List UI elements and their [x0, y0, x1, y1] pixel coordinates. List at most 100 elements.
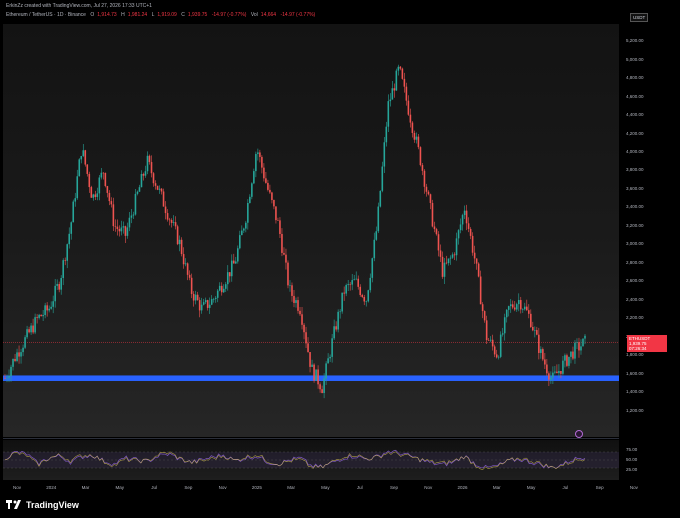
candle-body: [544, 359, 546, 365]
time-axis[interactable]: Nov 2024 Mar May Jul Sep Nov 2025 Mar May Jul Sep No…: [3, 483, 638, 495]
candle-body: [88, 173, 91, 188]
symbol-title[interactable]: Ethereum / TetherUS · 1D · Binance: [6, 12, 86, 18]
time-tick-label: May: [115, 485, 125, 490]
brand-name: TradingView: [26, 500, 79, 510]
candle-body: [206, 300, 209, 308]
candle-body: [351, 280, 353, 285]
candle-body: [409, 114, 412, 123]
candle-body: [176, 226, 179, 245]
candle-body: [391, 88, 394, 100]
candle-body: [385, 126, 388, 143]
candle-body: [528, 310, 530, 314]
price-tick-label: 3,600.00: [626, 185, 644, 191]
candle-body: [90, 187, 93, 198]
candle-body: [445, 262, 448, 264]
price-tick-label: 4,400.00: [626, 112, 644, 118]
candle-body: [423, 170, 426, 187]
candle-body: [132, 214, 135, 216]
candle-body: [357, 278, 360, 287]
candle-body: [76, 176, 79, 199]
candle-body: [249, 196, 251, 203]
candle-body: [540, 349, 542, 353]
candle-body: [560, 370, 562, 374]
candle-body: [166, 213, 169, 220]
candle-body: [102, 172, 105, 174]
candle-body: [148, 155, 151, 163]
currency-badge[interactable]: USDT: [630, 13, 649, 22]
candle-body: [210, 299, 213, 305]
candle-body: [14, 358, 16, 361]
candle-body: [4, 378, 6, 379]
candle-body: [576, 342, 578, 343]
candle-body: [511, 304, 514, 308]
candle-body: [453, 254, 456, 256]
rsi-tick-label: 75.00: [626, 447, 638, 452]
price-tick-label: 2,200.00: [626, 315, 644, 321]
candle-body: [299, 310, 301, 315]
candle-body: [164, 206, 167, 214]
candle-body: [16, 352, 18, 361]
candle-body: [158, 188, 161, 190]
candle-body: [582, 338, 584, 347]
candle-body: [459, 224, 462, 231]
candle-body: [12, 358, 14, 367]
candle-body: [321, 389, 323, 394]
candle-body: [222, 288, 225, 293]
candle-body: [530, 313, 532, 327]
candle-body: [122, 226, 125, 228]
candle-body: [405, 86, 408, 101]
chart-credit: ErkinZz created with TradingView.com, Ju…: [6, 3, 152, 9]
candle-body: [70, 222, 73, 234]
volume-change: -14.97 (-0.77%): [280, 12, 316, 18]
candle-body: [379, 190, 382, 207]
candle-body: [532, 326, 534, 331]
candle-body: [554, 371, 556, 373]
alert-marker-icon[interactable]: [575, 430, 583, 438]
candle-body: [204, 300, 207, 303]
candle-body: [38, 314, 40, 318]
candle-body: [295, 300, 297, 303]
candle-body: [78, 159, 81, 177]
candle-body: [18, 352, 20, 357]
candle-body: [62, 260, 65, 279]
candle-body: [331, 338, 333, 357]
candle-body: [413, 132, 416, 140]
candle-body: [578, 342, 580, 351]
candle-body: [353, 279, 356, 281]
candle-body: [367, 290, 370, 302]
rsi-pane[interactable]: [3, 440, 619, 480]
candle-body: [178, 239, 181, 245]
time-tick-label: Mar: [81, 485, 90, 490]
candle-body: [228, 272, 231, 277]
candle-body: [110, 201, 113, 205]
candle-body: [471, 235, 474, 253]
candle-body: [138, 187, 141, 192]
candle-body: [580, 346, 582, 351]
candle-body: [441, 256, 444, 277]
close-value: 1,939.75: [187, 12, 208, 18]
time-tick-label: Nov: [424, 485, 433, 490]
tradingview-logo-icon: [6, 500, 21, 509]
candle-body: [509, 304, 512, 307]
candle-body: [134, 193, 137, 215]
candle-body: [568, 356, 570, 366]
candle-body: [373, 239, 376, 259]
candle-body: [407, 100, 410, 115]
open-value: 1,914.73: [97, 12, 117, 18]
candle-body: [536, 330, 538, 335]
candle-body: [144, 171, 147, 176]
pane-separator[interactable]: [3, 438, 619, 439]
candle-body: [96, 193, 99, 197]
candle-body: [419, 147, 422, 166]
candle-body: [305, 332, 307, 344]
candle-body: [192, 293, 195, 301]
candle-body: [44, 305, 46, 316]
candle-body: [172, 222, 175, 223]
candle-body: [435, 229, 438, 235]
candle-body: [72, 201, 75, 223]
candle-body: [523, 306, 526, 310]
candle-body: [323, 378, 325, 394]
candle-body: [98, 177, 101, 194]
price-axis[interactable]: 5,200.00 5,000.00 4,800.00 4,600.00 4,400.00…: [620, 24, 677, 437]
price-chart[interactable]: [3, 24, 619, 437]
